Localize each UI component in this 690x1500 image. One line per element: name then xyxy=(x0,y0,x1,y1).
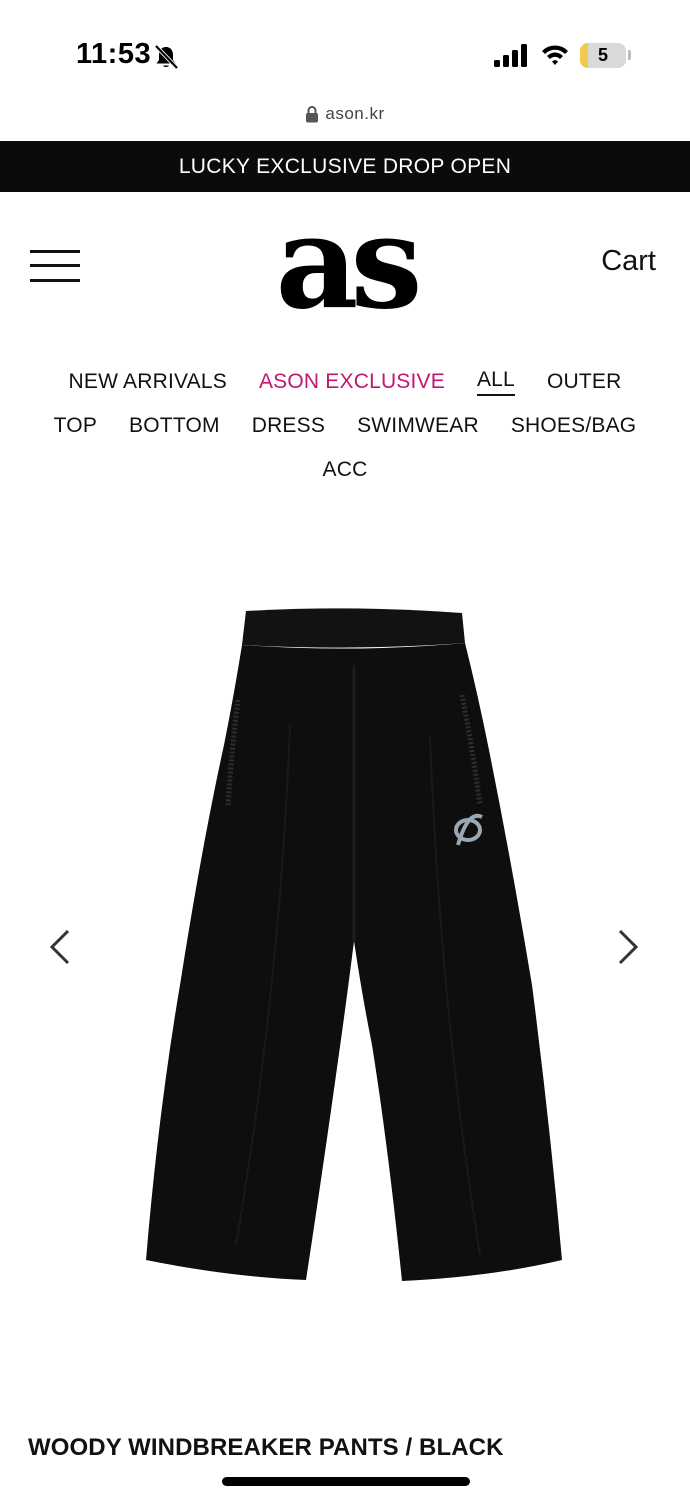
nav-bottom[interactable]: BOTTOM xyxy=(129,414,220,438)
nav-swimwear[interactable]: SWIMWEAR xyxy=(357,414,479,438)
battery-icon: 5 xyxy=(580,43,626,68)
nav-dress[interactable]: DRESS xyxy=(252,414,325,438)
announcement-banner[interactable]: LUCKY EXCLUSIVE DROP OPEN xyxy=(0,141,690,192)
status-time: 11:53 xyxy=(76,38,152,70)
url-bar[interactable]: ason.kr xyxy=(0,104,690,130)
wifi-icon xyxy=(542,45,568,65)
cart-link[interactable]: Cart xyxy=(601,245,656,278)
home-indicator[interactable] xyxy=(222,1477,470,1486)
lock-icon xyxy=(306,106,319,123)
status-bar: 11:53 5 xyxy=(0,0,690,100)
category-nav: NEW ARRIVALS ASON EXCLUSIVE ALL OUTER TO… xyxy=(0,360,690,492)
chevron-left-icon[interactable] xyxy=(46,927,76,967)
nav-acc[interactable]: ACC xyxy=(323,458,368,482)
category-row-3: ACC xyxy=(0,448,690,492)
nav-outer[interactable]: OUTER xyxy=(547,370,622,394)
product-image-carousel[interactable] xyxy=(0,560,690,1340)
url-text: ason.kr xyxy=(325,104,385,123)
product-image xyxy=(146,608,562,1281)
battery-level: 5 xyxy=(597,45,608,65)
signal-icon xyxy=(494,44,527,67)
nav-ason-exclusive[interactable]: ASON EXCLUSIVE xyxy=(259,370,445,394)
category-row-1: NEW ARRIVALS ASON EXCLUSIVE ALL OUTER xyxy=(0,360,690,404)
nav-shoes-bag[interactable]: SHOES/BAG xyxy=(511,414,637,438)
category-row-2: TOP BOTTOM DRESS SWIMWEAR SHOES/BAG xyxy=(0,404,690,448)
product-page: 11:53 5 ason.kr LUCKY EXCLUSIVE DROP OPE… xyxy=(0,0,690,1500)
logo[interactable]: as xyxy=(270,198,423,328)
battery-nub xyxy=(628,50,631,60)
nav-new-arrivals[interactable]: NEW ARRIVALS xyxy=(69,370,227,394)
chevron-right-icon[interactable] xyxy=(612,927,642,967)
nav-top[interactable]: TOP xyxy=(54,414,97,438)
product-title: WOODY WINDBREAKER PANTS / BLACK xyxy=(28,1434,504,1461)
nav-all[interactable]: ALL xyxy=(476,368,515,396)
hamburger-menu-icon[interactable] xyxy=(30,248,80,284)
bell-slash-icon xyxy=(154,44,179,70)
